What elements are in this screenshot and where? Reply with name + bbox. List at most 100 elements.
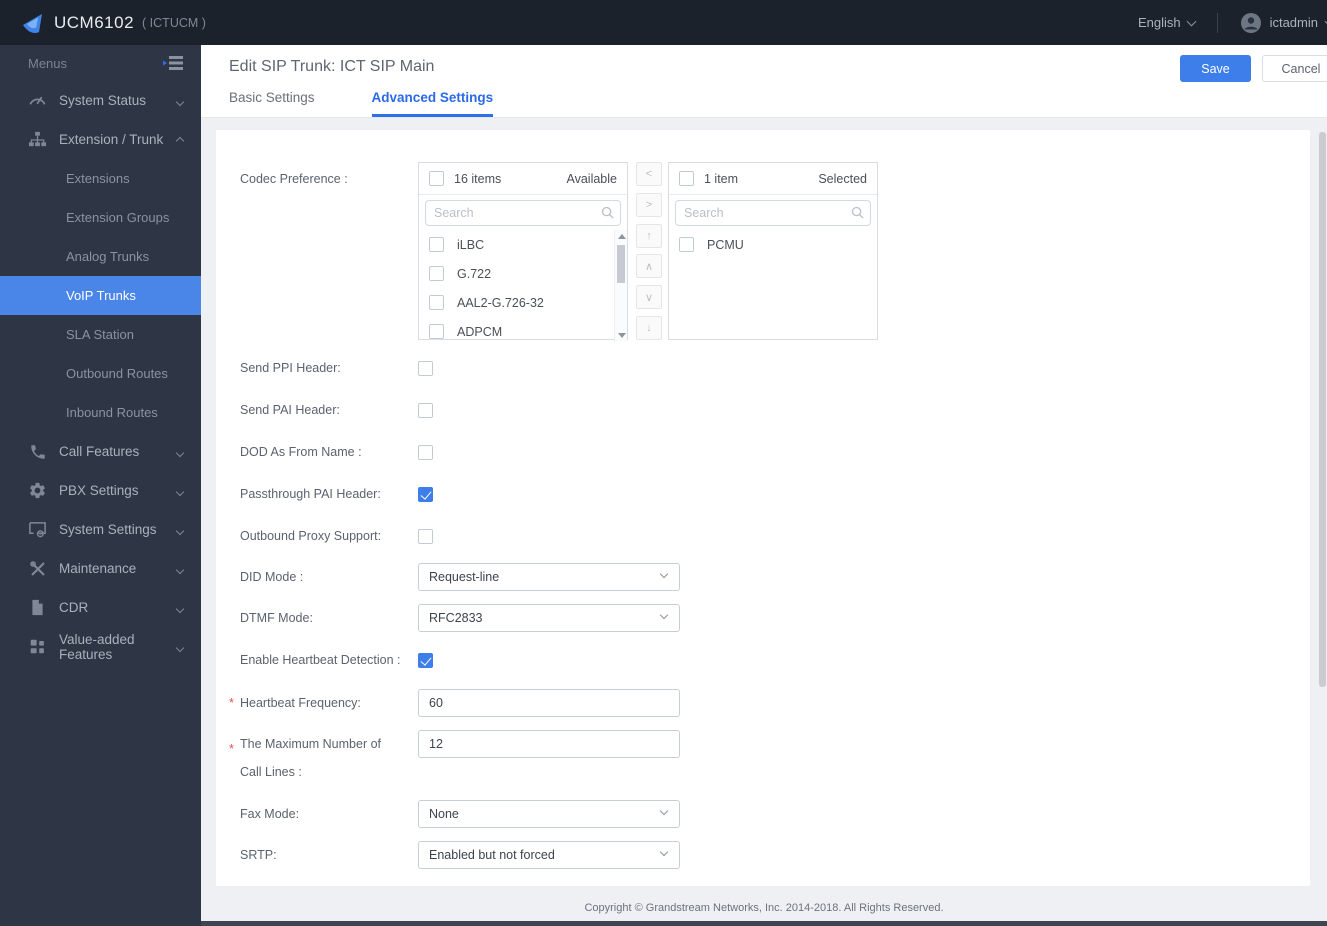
chevron-down-icon — [659, 847, 669, 857]
tab-bar: Basic Settings Advanced Settings — [229, 90, 494, 117]
list-item[interactable]: G.722 — [419, 259, 627, 288]
page-header: Edit SIP Trunk: ICT SIP Main Basic Setti… — [201, 45, 1327, 118]
scrollbar-thumb[interactable] — [617, 245, 625, 283]
codec-checkbox[interactable] — [679, 237, 694, 252]
chevron-down-icon — [175, 483, 185, 498]
content-area: Codec Preference : 16 items Available Se… — [201, 118, 1327, 926]
codec-checkbox[interactable] — [429, 295, 444, 310]
outbound-proxy-support-label: Outbound Proxy Support: — [240, 529, 382, 543]
chevron-down-icon — [1186, 16, 1197, 26]
selected-search-input[interactable] — [675, 200, 871, 226]
required-marker: * — [229, 695, 234, 710]
chevron-down-icon — [659, 610, 669, 620]
chevron-down-icon — [175, 639, 185, 654]
available-codec-list: iLBC G.722 AAL2-G.726-32 ADPCM — [419, 230, 627, 342]
sidebar-item-voip-trunks[interactable]: VoIP Trunks — [0, 276, 201, 315]
sidebar-item-extensions[interactable]: Extensions — [0, 159, 201, 198]
sidebar-item-system-status[interactable]: System Status — [0, 81, 201, 120]
scroll-down-icon[interactable] — [618, 333, 626, 338]
chevron-down-icon — [175, 561, 185, 576]
max-call-lines-input[interactable] — [418, 730, 680, 758]
selected-codec-list: PCMU — [669, 230, 877, 342]
device-model: UCM6102 — [54, 12, 135, 32]
enable-heartbeat-detection-checkbox[interactable] — [418, 653, 433, 668]
list-item[interactable]: ADPCM — [419, 317, 627, 342]
chevron-down-icon — [659, 806, 669, 816]
settings-card: Codec Preference : 16 items Available Se… — [216, 130, 1310, 886]
tab-advanced-settings[interactable]: Advanced Settings — [371, 90, 494, 117]
move-bottom-button[interactable]: ↓ — [636, 315, 662, 340]
codec-preference-label: Codec Preference : — [240, 172, 348, 186]
send-ppi-header-checkbox[interactable] — [418, 361, 433, 376]
passthrough-pai-header-checkbox[interactable] — [418, 487, 433, 502]
move-up-button[interactable]: ∧ — [636, 254, 662, 279]
sidebar-item-extension-trunk[interactable]: Extension / Trunk — [0, 120, 201, 159]
outbound-proxy-support-checkbox[interactable] — [418, 529, 433, 544]
srtp-select[interactable]: Enabled but not forced — [418, 841, 680, 869]
did-mode-select[interactable]: Request-line — [418, 563, 680, 591]
topbar-divider — [1216, 12, 1218, 33]
send-pai-header-checkbox[interactable] — [418, 403, 433, 418]
codec-available-panel: 16 items Available iLBC — [418, 162, 628, 342]
scroll-up-icon[interactable] — [618, 234, 626, 239]
collapse-sidebar-icon[interactable] — [163, 56, 183, 70]
heartbeat-frequency-label: * Heartbeat Frequency: — [229, 695, 361, 710]
chevron-down-icon — [659, 569, 669, 579]
list-item[interactable]: iLBC — [419, 230, 627, 259]
list-item[interactable]: AAL2-G.726-32 — [419, 288, 627, 317]
fax-mode-label: Fax Mode: — [240, 806, 300, 821]
sidebar-item-extension-groups[interactable]: Extension Groups — [0, 198, 201, 237]
passthrough-pai-header-label: Passthrough PAI Header: — [240, 487, 381, 501]
tools-icon — [28, 559, 47, 578]
move-down-button[interactable]: ∨ — [636, 285, 662, 310]
sidebar-item-outbound-routes[interactable]: Outbound Routes — [0, 354, 201, 393]
user-menu[interactable]: ictadmin — [1240, 12, 1327, 34]
required-marker: * — [229, 742, 234, 756]
chevron-down-icon — [175, 93, 185, 108]
enable-heartbeat-detection-label: Enable Heartbeat Detection : — [240, 653, 401, 667]
sidebar-item-analog-trunks[interactable]: Analog Trunks — [0, 237, 201, 276]
language-selector[interactable]: English — [1137, 15, 1197, 30]
sidebar-item-cdr[interactable]: CDR — [0, 588, 201, 627]
sidebar-item-maintenance[interactable]: Maintenance — [0, 549, 201, 588]
sidebar-item-sla-station[interactable]: SLA Station — [0, 315, 201, 354]
transfer-buttons: < > ↑ ∧ ∨ ↓ — [636, 162, 662, 340]
srtp-label: SRTP: — [240, 847, 277, 862]
page-scrollbar[interactable] — [1319, 132, 1326, 687]
sidebar-item-pbx-settings[interactable]: PBX Settings — [0, 471, 201, 510]
codec-checkbox[interactable] — [429, 266, 444, 281]
sidebar-item-system-settings[interactable]: System Settings — [0, 510, 201, 549]
move-top-button[interactable]: ↑ — [636, 223, 662, 248]
selected-select-all-checkbox[interactable] — [679, 171, 694, 186]
codec-checkbox[interactable] — [429, 324, 444, 339]
dtmf-mode-label: DTMF Mode: — [240, 610, 313, 625]
dod-as-from-name-checkbox[interactable] — [418, 445, 433, 460]
bottom-strip — [201, 921, 1327, 926]
save-button[interactable]: Save — [1180, 55, 1251, 82]
codec-checkbox[interactable] — [429, 237, 444, 252]
list-scrollbar[interactable] — [614, 230, 627, 342]
chevron-down-icon — [175, 444, 185, 459]
sidebar-item-call-features[interactable]: Call Features — [0, 432, 201, 471]
grid-icon — [28, 637, 47, 656]
menus-label: Menus — [28, 55, 68, 71]
heartbeat-frequency-input[interactable] — [418, 689, 680, 717]
sidebar-item-value-added-features[interactable]: Value-added Features — [0, 627, 201, 666]
fax-mode-select[interactable]: None — [418, 800, 680, 828]
device-name: ( ICTUCM ) — [142, 15, 206, 30]
tab-basic-settings[interactable]: Basic Settings — [229, 90, 315, 117]
language-label: English — [1137, 15, 1181, 30]
list-item[interactable]: PCMU — [669, 230, 877, 259]
scrollbar-thumb[interactable] — [1319, 132, 1326, 687]
sidebar-item-inbound-routes[interactable]: Inbound Routes — [0, 393, 201, 432]
available-search-input[interactable] — [425, 200, 621, 226]
move-right-button[interactable]: > — [636, 192, 662, 217]
copyright-text: Copyright © Grandstream Networks, Inc. 2… — [584, 902, 944, 914]
move-left-button[interactable]: < — [636, 162, 662, 186]
cancel-button[interactable]: Cancel — [1262, 55, 1327, 82]
dtmf-mode-select[interactable]: RFC2833 — [418, 604, 680, 632]
did-mode-label: DID Mode : — [240, 569, 304, 584]
send-ppi-header-label: Send PPI Header: — [240, 361, 341, 375]
available-select-all-checkbox[interactable] — [429, 171, 444, 186]
codec-selected-panel: 1 item Selected PCMU — [668, 162, 878, 340]
